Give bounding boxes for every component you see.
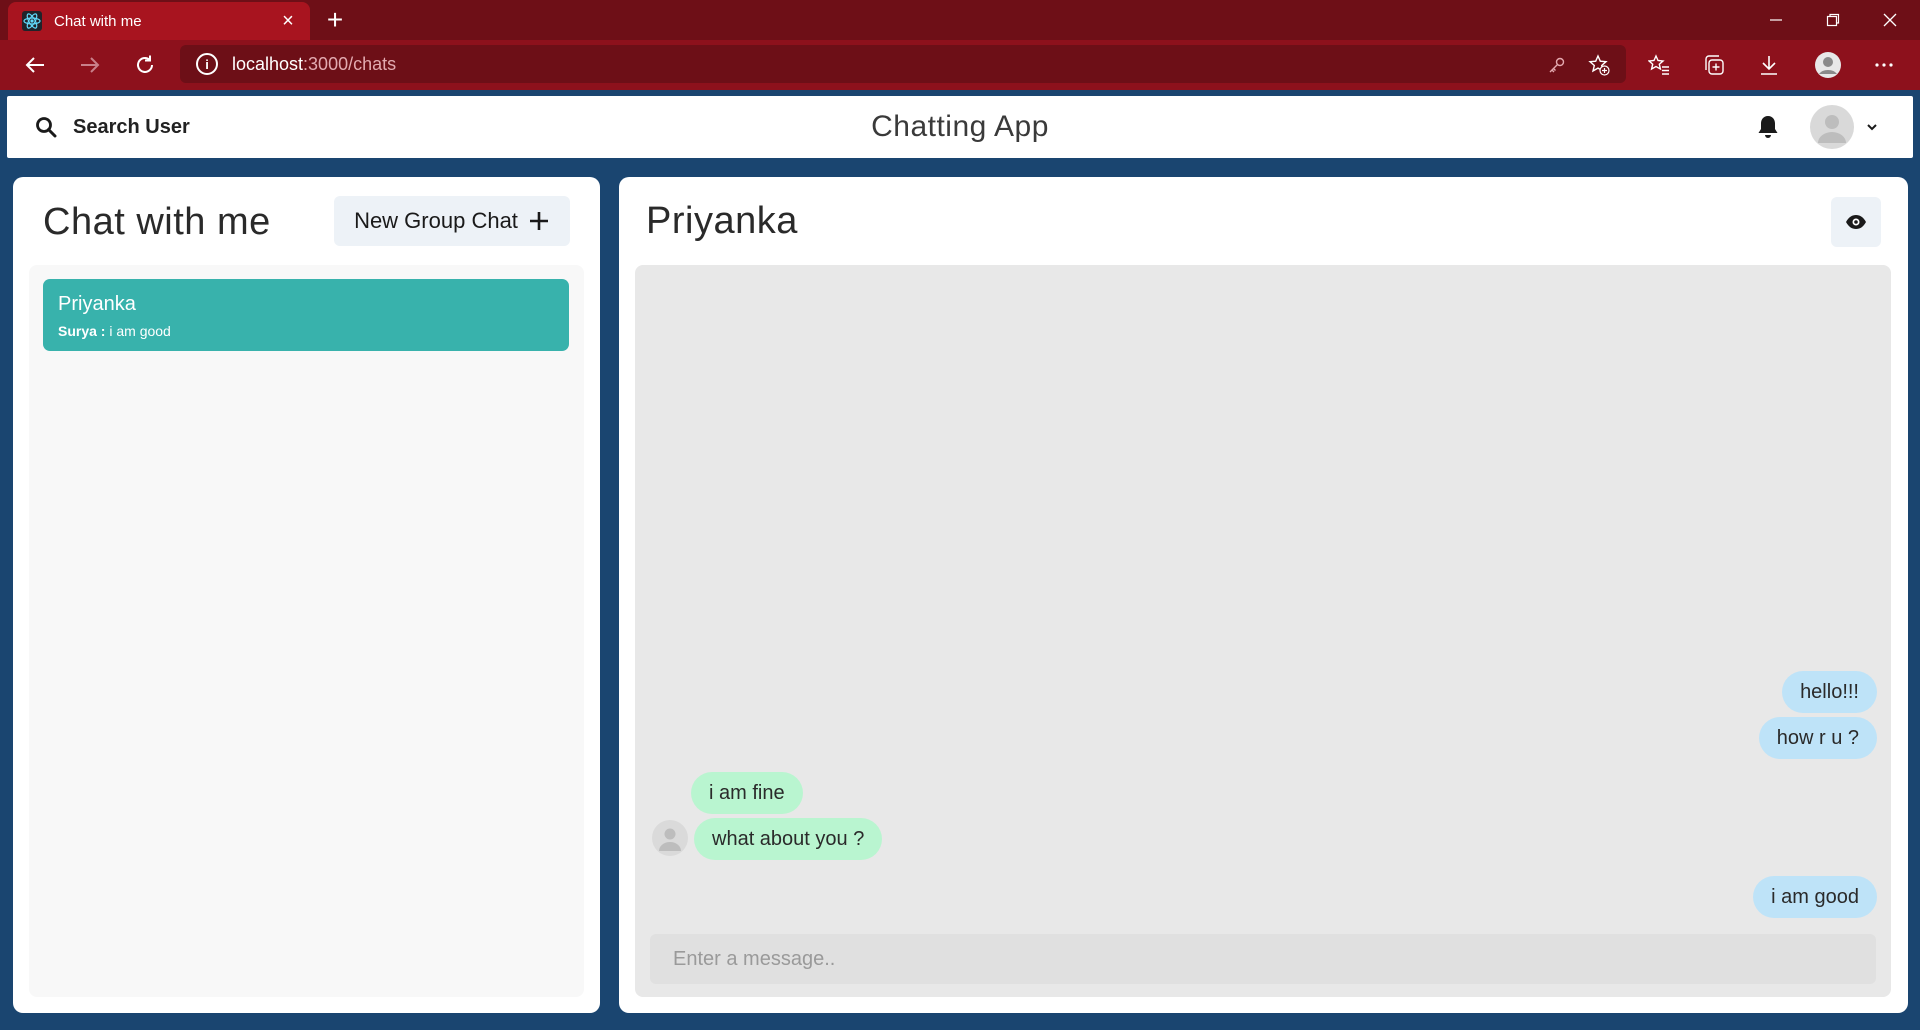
- eye-icon: [1846, 215, 1866, 229]
- browser-toolbar: i localhost:3000/chats: [0, 40, 1920, 90]
- arrow-left-icon: [25, 57, 44, 73]
- plus-icon: [529, 212, 548, 230]
- chat-item-name: Priyanka: [58, 293, 136, 315]
- download-icon: [1761, 56, 1777, 75]
- new-group-chat-button[interactable]: New Group Chat: [334, 196, 570, 246]
- user-menu-button[interactable]: [1810, 105, 1878, 149]
- profile-icon: [1815, 52, 1841, 78]
- more-options-button[interactable]: [1868, 50, 1900, 80]
- message-bubble-sent: hello!!!: [1782, 671, 1877, 713]
- site-info-icon[interactable]: i: [196, 53, 218, 75]
- chat-panel: Priyanka hello!!! how r u ? i am fine wh…: [619, 177, 1908, 1013]
- back-button[interactable]: [17, 47, 53, 83]
- collections-button[interactable]: [1698, 50, 1730, 80]
- reload-button[interactable]: [127, 47, 163, 83]
- favorites-icon: [1648, 54, 1669, 75]
- view-profile-button[interactable]: [1831, 197, 1881, 247]
- sender-avatar[interactable]: [652, 820, 688, 856]
- my-chats-panel: Chat with me New Group Chat Priyanka Sur…: [13, 177, 600, 1013]
- collections-icon: [1705, 55, 1724, 75]
- reload-icon: [137, 55, 153, 73]
- message-bubble-received: what about you ?: [694, 818, 883, 860]
- message-bubble-received: i am fine: [691, 772, 803, 814]
- app-title: Chatting App: [871, 110, 1049, 143]
- address-bar[interactable]: i localhost:3000/chats: [180, 45, 1626, 83]
- chat-title: Priyanka: [646, 200, 798, 242]
- arrow-right-icon: [81, 57, 100, 73]
- messages-area: hello!!! how r u ? i am fine what about …: [635, 265, 1891, 997]
- close-icon: [1883, 13, 1897, 27]
- message-input[interactable]: [650, 934, 1876, 984]
- chat-item-last-sender: Surya :: [58, 323, 106, 339]
- sender-avatar-icon: [659, 828, 681, 851]
- user-avatar-icon: [1818, 115, 1846, 143]
- restore-window-button[interactable]: [1805, 0, 1861, 40]
- chat-item-preview: Surya : i am good: [58, 323, 171, 339]
- chat-list: Priyanka Surya : i am good: [29, 265, 584, 997]
- downloads-button[interactable]: [1753, 50, 1785, 80]
- profile-button[interactable]: [1812, 50, 1844, 80]
- close-window-button[interactable]: [1862, 0, 1918, 40]
- browser-tab[interactable]: Chat with me ×: [8, 2, 310, 40]
- app-header: Search User Chatting App: [7, 96, 1913, 158]
- chat-list-item[interactable]: Priyanka Surya : i am good: [43, 279, 569, 351]
- minimize-window-button[interactable]: [1748, 0, 1804, 40]
- url-path: :3000/chats: [303, 53, 397, 74]
- key-icon[interactable]: [1542, 50, 1572, 80]
- new-tab-button[interactable]: +: [318, 4, 352, 36]
- my-chats-title: Chat with me: [43, 201, 271, 243]
- url-host: localhost: [232, 53, 304, 74]
- minimize-icon: [1770, 19, 1782, 21]
- restore-icon: [1826, 13, 1840, 27]
- favorites-button[interactable]: [1643, 50, 1675, 80]
- chat-item-last-message: i am good: [105, 323, 171, 339]
- message-bubble-sent: i am good: [1753, 876, 1877, 918]
- more-horizontal-icon: [1875, 63, 1893, 67]
- add-favorite-icon[interactable]: [1584, 50, 1614, 80]
- user-avatar: [1810, 105, 1854, 149]
- react-favicon-icon: [22, 11, 42, 31]
- chevron-down-icon: [1867, 124, 1877, 131]
- message-bubble-sent: how r u ?: [1758, 717, 1877, 759]
- forward-button[interactable]: [72, 47, 108, 83]
- notifications-button[interactable]: [1752, 111, 1784, 143]
- tab-close-icon[interactable]: ×: [274, 10, 302, 33]
- new-group-chat-label: New Group Chat: [354, 208, 518, 233]
- bell-icon: [1758, 116, 1778, 138]
- browser-titlebar: Chat with me × +: [0, 0, 1920, 40]
- tab-title: Chat with me: [54, 12, 142, 30]
